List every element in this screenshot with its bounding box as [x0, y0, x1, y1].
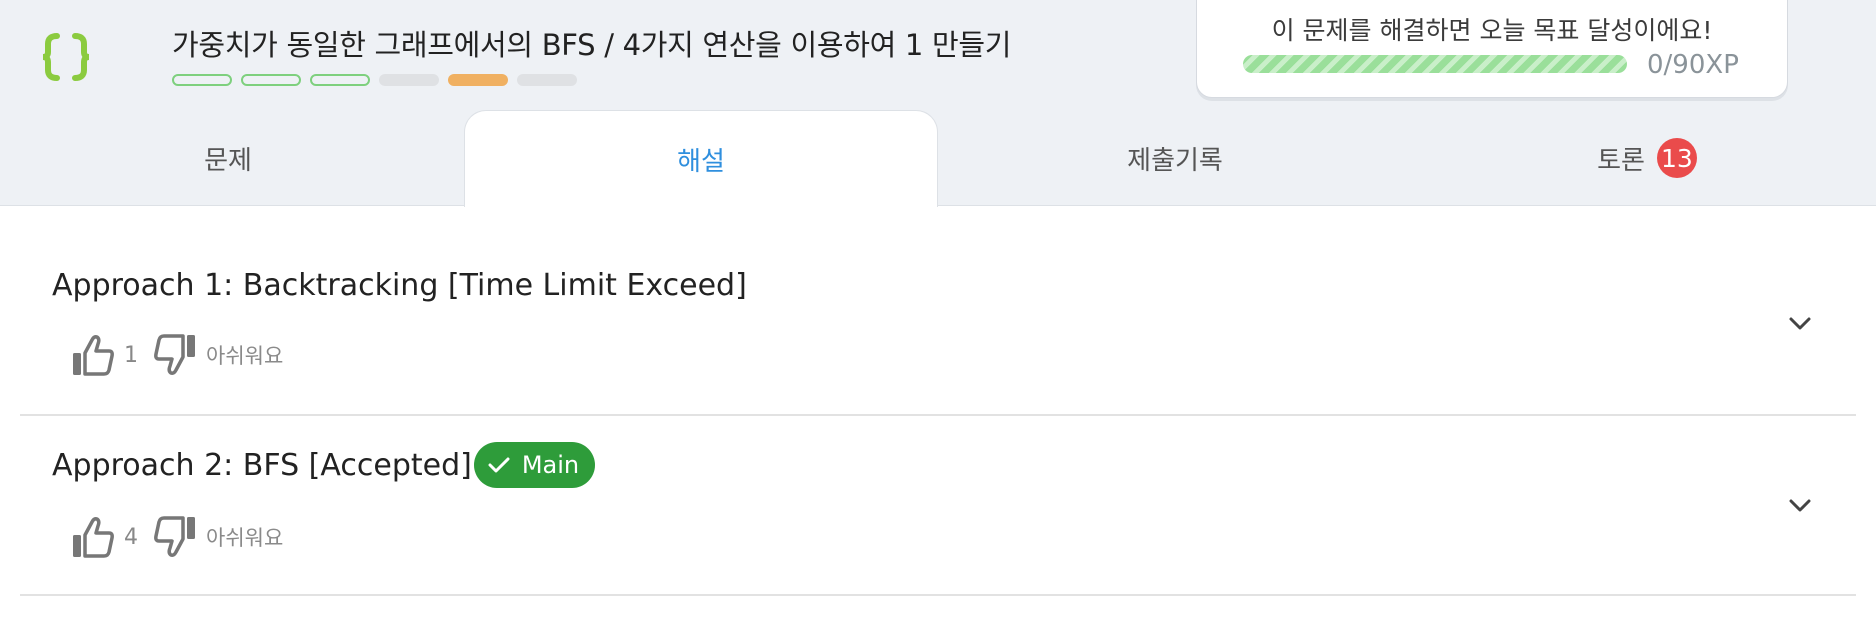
- like-count: 4: [124, 524, 138, 550]
- tab-label: 제출기록: [1127, 145, 1223, 176]
- tab-label: 토론: [1597, 145, 1645, 176]
- dislike-label: 아쉬워요: [206, 344, 284, 368]
- main-badge: Main: [473, 442, 596, 488]
- step-indicator[interactable]: [241, 74, 301, 86]
- step-indicator-current[interactable]: [448, 74, 508, 86]
- vote-bar: 4 아쉬워요: [70, 514, 283, 560]
- xp-label: 0/90XP: [1647, 50, 1739, 80]
- step-indicator[interactable]: [379, 74, 439, 86]
- discussion-count-badge: 13: [1656, 138, 1697, 178]
- step-indicator[interactable]: [172, 74, 232, 86]
- xp-progress-bar: [1243, 55, 1627, 73]
- approach-item[interactable]: Approach 2: BFS [Accepted] Main 4 아쉬워요: [20, 416, 1856, 596]
- thumbs-down-icon[interactable]: [152, 514, 198, 560]
- vote-bar: 1 아쉬워요: [70, 332, 283, 378]
- approach-title: Approach 2: BFS [Accepted] Main: [52, 442, 596, 488]
- thumbs-up-icon[interactable]: [70, 332, 116, 378]
- thumbs-down-icon[interactable]: [152, 332, 198, 378]
- tab-submissions[interactable]: 제출기록: [940, 110, 1410, 206]
- tab-label: 해설: [677, 146, 725, 177]
- approach-title-text: Approach 2: BFS [Accepted]: [52, 447, 472, 483]
- like-count: 1: [124, 342, 138, 368]
- dislike-label: 아쉬워요: [206, 526, 284, 550]
- tab-problem[interactable]: 문제: [0, 110, 456, 206]
- braces-logo-icon[interactable]: [40, 30, 92, 84]
- check-icon: [488, 457, 510, 473]
- step-progress: [172, 74, 577, 86]
- tab-solution[interactable]: 해설: [464, 110, 938, 207]
- problem-title: 가중치가 동일한 그래프에서의 BFS / 4가지 연산을 이용하여 1 만들기: [172, 28, 1012, 62]
- approach-title-text: Approach 1: Backtracking [Time Limit Exc…: [52, 268, 747, 303]
- step-indicator[interactable]: [310, 74, 370, 86]
- step-indicator[interactable]: [517, 74, 577, 86]
- problem-header: 가중치가 동일한 그래프에서의 BFS / 4가지 연산을 이용하여 1 만들기…: [0, 0, 1876, 207]
- chevron-down-icon[interactable]: [1786, 492, 1814, 520]
- goal-message: 이 문제를 해결하면 오늘 목표 달성이에요!: [1271, 16, 1713, 45]
- tab-bar: 문제 해설 제출기록 토론 13: [0, 110, 1876, 207]
- tab-label: 문제: [204, 145, 252, 176]
- approach-item[interactable]: Approach 1: Backtracking [Time Limit Exc…: [20, 206, 1856, 416]
- tab-discussion[interactable]: 토론 13: [1412, 110, 1876, 206]
- chevron-down-icon[interactable]: [1786, 310, 1814, 338]
- daily-goal-card: 이 문제를 해결하면 오늘 목표 달성이에요! 0/90XP: [1196, 0, 1788, 98]
- approach-title: Approach 1: Backtracking [Time Limit Exc…: [52, 268, 747, 303]
- main-badge-label: Main: [521, 451, 580, 479]
- thumbs-up-icon[interactable]: [70, 514, 116, 560]
